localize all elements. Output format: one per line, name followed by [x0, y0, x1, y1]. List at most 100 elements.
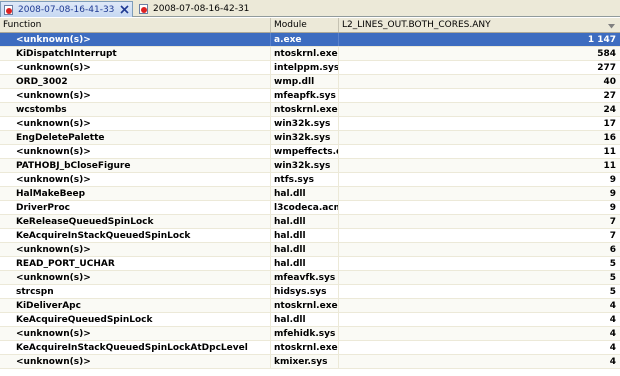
module-cell: wmpeffects.dll: [271, 145, 339, 158]
function-cell: READ_PORT_UCHAR: [0, 257, 271, 270]
function-cell: strcspn: [0, 285, 271, 298]
table-row[interactable]: KeAcquireQueuedSpinLock hal.dll 4: [0, 313, 620, 327]
function-cell: EngDeletePalette: [0, 131, 271, 144]
count-cell: 27: [603, 91, 616, 101]
function-cell: <unknown(s)>: [0, 327, 271, 340]
table-row[interactable]: <unknown(s)> mfehidk.sys 4: [0, 327, 620, 341]
function-cell: KeAcquireInStackQueuedSpinLock: [0, 229, 271, 242]
result-file-icon: [139, 4, 149, 14]
editor-tab-bar: 2008-07-08-16-41-33 2008-07-08-16-42-31: [0, 0, 620, 17]
module-cell: win32k.sys: [271, 117, 339, 130]
table-row[interactable]: <unknown(s)> intelppm.sys 277: [0, 61, 620, 75]
column-header-function[interactable]: Function: [0, 18, 271, 32]
function-cell: ORD_3002: [0, 75, 271, 88]
count-cell: 7: [609, 231, 616, 241]
count-cell: 277: [597, 63, 616, 73]
count-cell: 5: [609, 287, 616, 297]
table-row[interactable]: KeAcquireInStackQueuedSpinLock hal.dll 7: [0, 229, 620, 243]
count-cell: 4: [609, 357, 616, 367]
module-cell: hal.dll: [271, 313, 339, 326]
function-cell: <unknown(s)>: [0, 271, 271, 284]
function-cell: KeAcquireInStackQueuedSpinLockAtDpcLevel: [0, 341, 271, 354]
count-cell: 17: [603, 119, 616, 129]
module-cell: hal.dll: [271, 229, 339, 242]
function-cell: <unknown(s)>: [0, 145, 271, 158]
count-cell: 7: [609, 217, 616, 227]
table-row[interactable]: KiDeliverApc ntoskrnl.exe 4: [0, 299, 620, 313]
module-cell: ntfs.sys: [271, 173, 339, 186]
count-cell: 4: [609, 315, 616, 325]
table-row[interactable]: PATHOBJ_bCloseFigure win32k.sys 11: [0, 159, 620, 173]
count-cell: 5: [609, 273, 616, 283]
table-row[interactable]: <unknown(s)> hal.dll 6: [0, 243, 620, 257]
table-row[interactable]: wcstombs ntoskrnl.exe 24: [0, 103, 620, 117]
close-icon[interactable]: [120, 5, 129, 14]
module-cell: wmp.dll: [271, 75, 339, 88]
module-cell: win32k.sys: [271, 131, 339, 144]
module-cell: mfeavfk.sys: [271, 271, 339, 284]
count-cell: 4: [609, 301, 616, 311]
function-cell: DriverProc: [0, 201, 271, 214]
function-cell: KiDispatchInterrupt: [0, 47, 271, 60]
table-row[interactable]: <unknown(s)> ntfs.sys 9: [0, 173, 620, 187]
function-cell: KeAcquireQueuedSpinLock: [0, 313, 271, 326]
table-row[interactable]: KeAcquireInStackQueuedSpinLockAtDpcLevel…: [0, 341, 620, 355]
tab-label: 2008-07-08-16-42-31: [153, 4, 250, 14]
count-cell: 6: [609, 245, 616, 255]
module-cell: win32k.sys: [271, 159, 339, 172]
function-cell: HalMakeBeep: [0, 187, 271, 200]
count-cell: 4: [609, 329, 616, 339]
count-cell: 24: [603, 105, 616, 115]
function-cell: KiDeliverApc: [0, 299, 271, 312]
function-cell: PATHOBJ_bCloseFigure: [0, 159, 271, 172]
module-cell: kmixer.sys: [271, 355, 339, 368]
table-row[interactable]: KiDispatchInterrupt ntoskrnl.exe 584: [0, 47, 620, 61]
count-cell: 16: [603, 133, 616, 143]
count-cell: 40: [603, 77, 616, 87]
result-file-icon: [4, 4, 14, 15]
table-row[interactable]: <unknown(s)> a.exe 1 147: [0, 33, 620, 47]
table-row[interactable]: <unknown(s)> kmixer.sys 4: [0, 355, 620, 369]
table-row[interactable]: EngDeletePalette win32k.sys 16: [0, 131, 620, 145]
table-row[interactable]: <unknown(s)> win32k.sys 17: [0, 117, 620, 131]
tab-label: 2008-07-08-16-41-33: [18, 4, 115, 15]
tab-result-2[interactable]: 2008-07-08-16-42-31: [136, 1, 276, 17]
tab-result-1[interactable]: 2008-07-08-16-41-33: [0, 1, 133, 17]
table-row[interactable]: DriverProc l3codeca.acm 9: [0, 201, 620, 215]
module-cell: hidsys.sys: [271, 285, 339, 298]
table-row[interactable]: ORD_3002 wmp.dll 40: [0, 75, 620, 89]
function-cell: KeReleaseQueuedSpinLock: [0, 215, 271, 228]
module-cell: mfeapfk.sys: [271, 89, 339, 102]
table-row[interactable]: strcspn hidsys.sys 5: [0, 285, 620, 299]
count-cell: 11: [603, 147, 616, 157]
column-header-event-label: L2_LINES_OUT.BOTH_CORES.ANY: [342, 20, 491, 30]
table-row[interactable]: KeReleaseQueuedSpinLock hal.dll 7: [0, 215, 620, 229]
function-cell: <unknown(s)>: [0, 355, 271, 368]
count-cell: 584: [597, 49, 616, 59]
function-cell: <unknown(s)>: [0, 173, 271, 186]
sort-descending-icon: [608, 22, 615, 32]
count-cell: 9: [609, 203, 616, 213]
table-row[interactable]: <unknown(s)> mfeapfk.sys 27: [0, 89, 620, 103]
module-cell: ntoskrnl.exe: [271, 341, 339, 354]
table-header: Function Module L2_LINES_OUT.BOTH_CORES.…: [0, 18, 620, 33]
module-cell: mfehidk.sys: [271, 327, 339, 340]
table-row[interactable]: READ_PORT_UCHAR hal.dll 5: [0, 257, 620, 271]
count-cell: 5: [609, 259, 616, 269]
module-cell: hal.dll: [271, 215, 339, 228]
module-cell: intelppm.sys: [271, 61, 339, 74]
module-cell: hal.dll: [271, 243, 339, 256]
function-cell: <unknown(s)>: [0, 243, 271, 256]
table-row[interactable]: <unknown(s)> mfeavfk.sys 5: [0, 271, 620, 285]
function-cell: <unknown(s)>: [0, 33, 271, 46]
column-header-module[interactable]: Module: [271, 18, 339, 32]
count-cell: 9: [609, 189, 616, 199]
table-row[interactable]: <unknown(s)>wmpeffects.dll 11: [0, 145, 620, 159]
table-row[interactable]: HalMakeBeep hal.dll 9: [0, 187, 620, 201]
count-cell: 1 147: [587, 35, 616, 45]
module-cell: ntoskrnl.exe: [271, 47, 339, 60]
module-cell: a.exe: [271, 33, 339, 46]
module-cell: hal.dll: [271, 257, 339, 270]
column-header-event[interactable]: L2_LINES_OUT.BOTH_CORES.ANY: [339, 18, 620, 32]
count-cell: 9: [609, 175, 616, 185]
